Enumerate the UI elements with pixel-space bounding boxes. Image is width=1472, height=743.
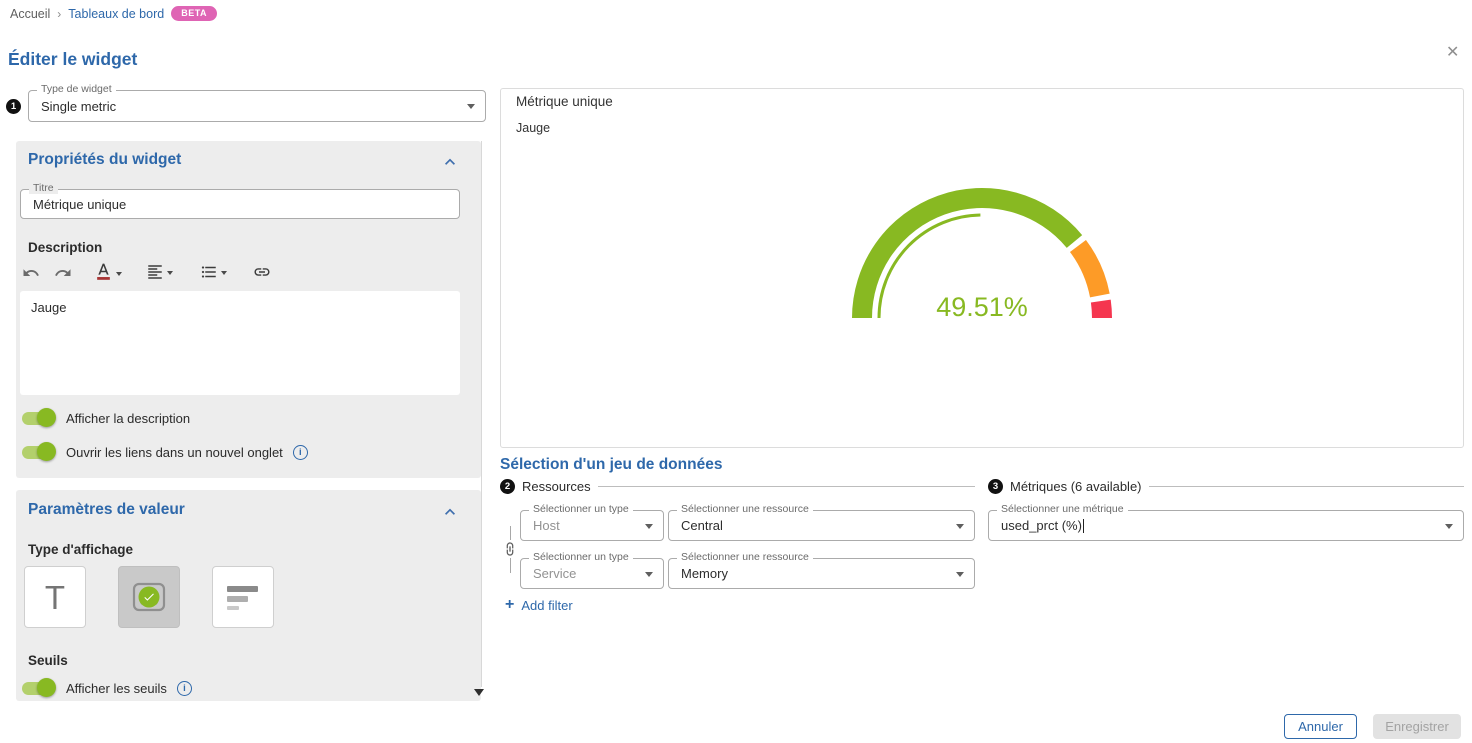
resource-type-value: Service bbox=[533, 566, 576, 581]
resource-value: Memory bbox=[681, 566, 728, 581]
dataset-title: Sélection d'un jeu de données bbox=[500, 456, 722, 474]
text-cursor bbox=[1083, 519, 1084, 533]
display-type-text-button[interactable]: T bbox=[24, 566, 86, 628]
save-button[interactable]: Enregistrer bbox=[1373, 714, 1461, 739]
chevron-down-icon bbox=[956, 572, 964, 577]
collapse-value-settings-chevron-icon[interactable] bbox=[440, 502, 460, 527]
widget-type-floating-label: Type de widget bbox=[37, 84, 116, 95]
title-input-value: Métrique unique bbox=[33, 197, 126, 212]
scroll-down-arrow-icon[interactable] bbox=[474, 689, 484, 696]
metric-floating-label: Sélectionner une métrique bbox=[997, 504, 1128, 515]
add-filter-button[interactable]: + Add filter bbox=[505, 597, 573, 613]
description-editor[interactable]: Jauge bbox=[20, 291, 460, 395]
switch-on bbox=[20, 678, 56, 698]
redo-icon[interactable] bbox=[54, 264, 72, 282]
resource-type-select-1[interactable]: Sélectionner un type Host bbox=[520, 510, 664, 541]
dashboard-widget-editor: Accueil › Tableaux de bord BETA Éditer l… bbox=[0, 0, 1472, 743]
list-format-icon[interactable] bbox=[200, 263, 227, 281]
resource-link-bracket bbox=[510, 558, 511, 573]
info-icon[interactable]: i bbox=[293, 445, 308, 460]
resources-label: Ressources bbox=[522, 479, 591, 494]
resource-select-2[interactable]: Sélectionner une ressource Memory bbox=[668, 558, 975, 589]
plus-icon: + bbox=[505, 597, 514, 613]
widget-type-select[interactable]: Type de widget Single metric bbox=[28, 90, 486, 122]
resource-floating-label: Sélectionner une ressource bbox=[677, 552, 813, 563]
toggle-show-thresholds[interactable]: Afficher les seuils i bbox=[20, 678, 192, 698]
chevron-down-icon bbox=[956, 524, 964, 529]
close-icon[interactable]: ✕ bbox=[1444, 40, 1461, 64]
text-color-icon[interactable] bbox=[94, 261, 122, 282]
value-settings-title: Paramètres de valeur bbox=[28, 501, 185, 519]
metric-value-wrap: used_prct (%) bbox=[1001, 518, 1084, 534]
toggle-show-description[interactable]: Afficher la description bbox=[20, 408, 190, 428]
preview-title: Métrique unique bbox=[516, 94, 613, 109]
title-input-floating-label: Titre bbox=[29, 183, 58, 194]
resource-select-1[interactable]: Sélectionner une ressource Central bbox=[668, 510, 975, 541]
metrics-legend: 3 Métriques (6 available) bbox=[988, 478, 1464, 494]
toggle-open-links[interactable]: Ouvrir les liens dans un nouvel onglet i bbox=[20, 442, 308, 462]
preview-description: Jauge bbox=[516, 121, 550, 135]
text-display-icon: T bbox=[45, 581, 65, 614]
chevron-down-icon bbox=[221, 271, 227, 275]
chevron-down-icon bbox=[167, 271, 173, 275]
breadcrumb-dashboards-link[interactable]: Tableaux de bord bbox=[68, 7, 164, 21]
toggle-show-thresholds-label: Afficher les seuils bbox=[66, 681, 167, 696]
description-label: Description bbox=[28, 240, 102, 255]
resource-link-bracket bbox=[510, 526, 511, 540]
metric-select[interactable]: Sélectionner une métrique used_prct (%) bbox=[988, 510, 1464, 541]
switch-on bbox=[20, 442, 56, 462]
resource-type-select-2[interactable]: Sélectionner un type Service bbox=[520, 558, 664, 589]
beta-badge: BETA bbox=[171, 6, 217, 21]
display-type-gauge-button[interactable] bbox=[118, 566, 180, 628]
chevron-down-icon bbox=[645, 572, 653, 577]
switch-on bbox=[20, 408, 56, 428]
resource-type-value: Host bbox=[533, 518, 560, 533]
cancel-button[interactable]: Annuler bbox=[1284, 714, 1357, 739]
widget-type-value: Single metric bbox=[41, 99, 116, 114]
left-panel-scrollbar[interactable] bbox=[481, 141, 482, 687]
step-2-badge: 2 bbox=[500, 479, 515, 494]
undo-icon[interactable] bbox=[22, 264, 40, 282]
metric-value: used_prct (%) bbox=[1001, 518, 1082, 533]
step-1-badge: 1 bbox=[6, 99, 21, 114]
divider bbox=[1149, 486, 1464, 487]
resources-legend: 2 Ressources bbox=[500, 478, 975, 494]
add-filter-label: Add filter bbox=[521, 598, 572, 613]
thresholds-label: Seuils bbox=[28, 653, 68, 668]
breadcrumb: Accueil › Tableaux de bord BETA bbox=[10, 6, 217, 21]
selected-check-icon bbox=[139, 587, 160, 608]
chevron-down-icon bbox=[116, 272, 122, 276]
step-3-badge: 3 bbox=[988, 479, 1003, 494]
metrics-label: Métriques (6 available) bbox=[1010, 479, 1142, 494]
page-title: Éditer le widget bbox=[8, 49, 137, 70]
resource-type-floating-label: Sélectionner un type bbox=[529, 504, 633, 515]
link-rows-icon[interactable] bbox=[502, 541, 518, 557]
display-type-bars-button[interactable] bbox=[212, 566, 274, 628]
chevron-down-icon bbox=[1445, 524, 1453, 529]
bars-display-icon bbox=[226, 583, 260, 611]
collapse-properties-chevron-icon[interactable] bbox=[440, 152, 460, 177]
divider bbox=[598, 486, 975, 487]
info-icon[interactable]: i bbox=[177, 681, 192, 696]
resource-floating-label: Sélectionner une ressource bbox=[677, 504, 813, 515]
text-align-icon[interactable] bbox=[146, 263, 173, 281]
toggle-show-description-label: Afficher la description bbox=[66, 411, 190, 426]
svg-text:49.51%: 49.51% bbox=[936, 292, 1028, 322]
resource-type-floating-label: Sélectionner un type bbox=[529, 552, 633, 563]
display-type-label: Type d'affichage bbox=[28, 542, 133, 557]
insert-link-icon[interactable] bbox=[252, 263, 272, 281]
chevron-down-icon bbox=[645, 524, 653, 529]
gauge-chart: 49.51% bbox=[832, 183, 1132, 328]
breadcrumb-separator-icon: › bbox=[57, 7, 61, 21]
properties-panel-title: Propriétés du widget bbox=[28, 151, 181, 169]
resource-value: Central bbox=[681, 518, 723, 533]
breadcrumb-home-link[interactable]: Accueil bbox=[10, 7, 50, 21]
title-input[interactable]: Titre Métrique unique bbox=[20, 189, 460, 219]
chevron-down-icon bbox=[467, 104, 475, 109]
toggle-open-links-label: Ouvrir les liens dans un nouvel onglet bbox=[66, 445, 283, 460]
